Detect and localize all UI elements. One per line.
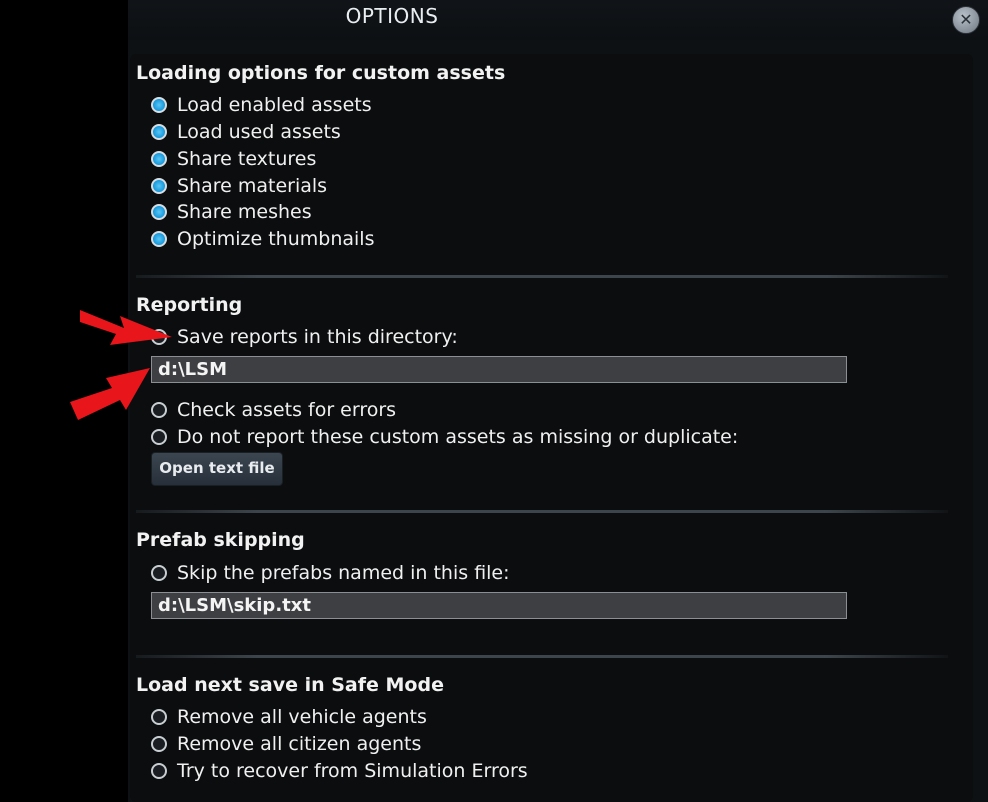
check-assets-option[interactable]: Check assets for errors: [151, 398, 396, 422]
close-icon: ✕: [959, 10, 973, 29]
section-divider: [136, 510, 948, 513]
remove-citizen-agents-option[interactable]: Remove all citizen agents: [151, 732, 421, 756]
save-reports-option[interactable]: Save reports in this directory:: [151, 325, 458, 349]
option-label: Load used assets: [177, 121, 341, 143]
prefab-skipping-title: Prefab skipping: [136, 529, 305, 551]
remove-vehicle-agents-option[interactable]: Remove all vehicle agents: [151, 705, 427, 729]
do-not-report-radio[interactable]: [151, 429, 167, 445]
check-assets-radio[interactable]: [151, 402, 167, 418]
section-divider: [136, 655, 948, 658]
recover-simulation-errors-radio[interactable]: [151, 763, 167, 779]
share-materials-radio[interactable]: [151, 178, 167, 194]
load-enabled-assets-option[interactable]: Load enabled assets: [151, 93, 372, 117]
option-label: Load enabled assets: [177, 94, 372, 116]
option-label: Remove all citizen agents: [177, 733, 422, 755]
section-divider: [136, 275, 948, 278]
option-label: Check assets for errors: [177, 399, 397, 421]
skip-prefabs-radio[interactable]: [151, 565, 167, 581]
option-label: Remove all vehicle agents: [177, 706, 427, 728]
remove-vehicle-agents-radio[interactable]: [151, 709, 167, 725]
optimize-thumbnails-radio[interactable]: [151, 231, 167, 247]
skip-file-field[interactable]: d:\LSM\skip.txt: [151, 592, 847, 619]
share-textures-radio[interactable]: [151, 151, 167, 167]
window-title: OPTIONS: [345, 4, 439, 28]
close-button[interactable]: ✕: [952, 6, 980, 34]
safe-mode-title: Load next save in Safe Mode: [136, 674, 444, 696]
share-textures-option[interactable]: Share textures: [151, 147, 316, 171]
report-directory-field[interactable]: d:\LSM: [151, 356, 847, 383]
option-label: Share materials: [177, 175, 328, 197]
share-meshes-radio[interactable]: [151, 204, 167, 220]
option-label: Share meshes: [177, 201, 312, 223]
remove-citizen-agents-radio[interactable]: [151, 736, 167, 752]
option-label: Skip the prefabs named in this file:: [177, 562, 510, 584]
share-meshes-option[interactable]: Share meshes: [151, 200, 312, 224]
option-label: Do not report these custom assets as mis…: [177, 426, 739, 448]
option-label: Try to recover from Simulation Errors: [177, 760, 528, 782]
share-materials-option[interactable]: Share materials: [151, 174, 327, 198]
do-not-report-option[interactable]: Do not report these custom assets as mis…: [151, 425, 738, 449]
skip-prefabs-option[interactable]: Skip the prefabs named in this file:: [151, 561, 510, 585]
option-label: Share textures: [177, 148, 317, 170]
load-used-assets-radio[interactable]: [151, 124, 167, 140]
optimize-thumbnails-option[interactable]: Optimize thumbnails: [151, 227, 374, 251]
open-text-file-button[interactable]: Open text file: [151, 452, 283, 486]
recover-simulation-errors-option[interactable]: Try to recover from Simulation Errors: [151, 759, 528, 783]
option-label: Optimize thumbnails: [177, 228, 375, 250]
loading-options-title: Loading options for custom assets: [136, 62, 506, 84]
option-label: Save reports in this directory:: [177, 326, 458, 348]
annotation-arrow-icon: [80, 310, 172, 345]
annotation-arrow-icon: [70, 368, 150, 420]
load-enabled-assets-radio[interactable]: [151, 97, 167, 113]
load-used-assets-option[interactable]: Load used assets: [151, 120, 341, 144]
